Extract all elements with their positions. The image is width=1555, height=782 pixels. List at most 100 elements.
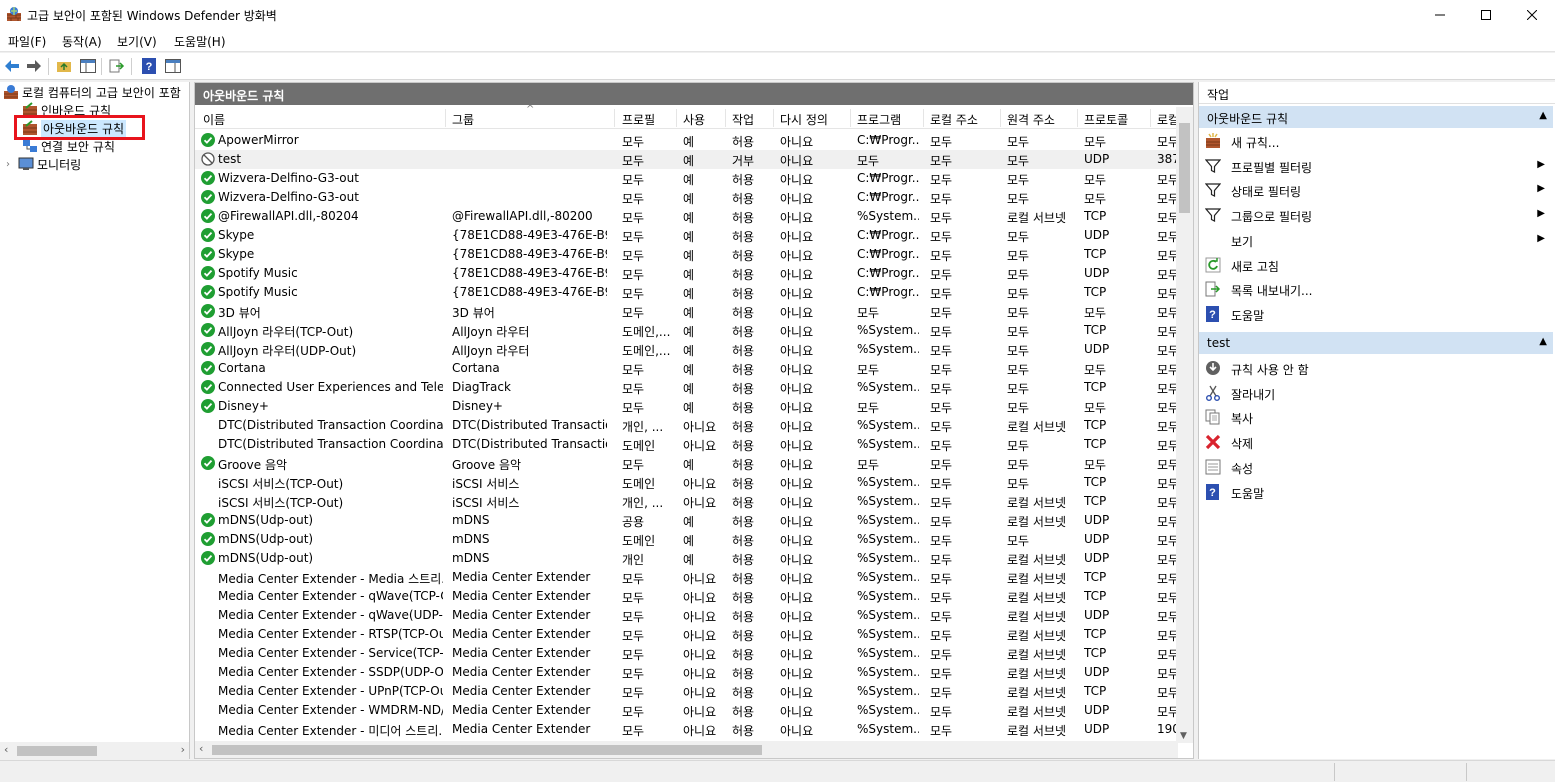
help-button[interactable]: ? xyxy=(140,57,158,75)
tree-item-connection-security[interactable]: 연결 보안 규칙 xyxy=(22,137,115,155)
tree-horizontal-scrollbar[interactable]: ‹ › xyxy=(0,742,189,759)
menu-view[interactable]: 보기(V) xyxy=(117,33,157,50)
scrollbar-thumb[interactable] xyxy=(212,745,762,755)
show-action-pane-button[interactable] xyxy=(164,57,182,75)
column-override[interactable]: 다시 정의 xyxy=(780,111,828,128)
action-item[interactable]: ? 도움말 xyxy=(1199,303,1553,325)
table-row[interactable]: Groove 음악 Groove 음악 모두 예 허용 아니요 모두 모두 모두 모두 모두 xyxy=(195,454,1179,473)
scroll-right-icon[interactable]: › xyxy=(181,743,185,756)
column-profile[interactable]: 프로필 xyxy=(622,111,655,128)
table-row[interactable]: Media Center Extender - Media 스트리... Medi… xyxy=(195,568,1179,587)
table-row[interactable]: 3D 뷰어 3D 뷰어 모두 예 허용 아니요 모두 모두 모두 모두 모두 xyxy=(195,302,1179,321)
cell-local: 모두 xyxy=(930,648,953,662)
action-item[interactable]: 보기 ▶ xyxy=(1199,229,1553,251)
column-remote-address[interactable]: 원격 주소 xyxy=(1007,111,1055,128)
column-action[interactable]: 작업 xyxy=(732,111,754,128)
table-row[interactable]: Media Center Extender - 미디어 스트리... Media … xyxy=(195,720,1179,739)
table-row[interactable]: mDNS(Udp-out) mDNS 도메인 예 허용 아니요 %System... 모두 모두… xyxy=(195,530,1179,549)
table-row[interactable]: Wizvera-Delfino-G3-out 모두 예 허용 아니요 C:₩Progr..… xyxy=(195,169,1179,188)
tree-root[interactable]: 로컬 컴퓨터의 고급 보안이 포함 xyxy=(3,83,181,101)
cell-enabled: 아니요 xyxy=(683,591,717,605)
table-row[interactable]: Media Center Extender - RTSP(TCP-Out) Med… xyxy=(195,625,1179,644)
table-row[interactable]: Connected User Experiences and Teleme...… xyxy=(195,378,1179,397)
column-name[interactable]: 이름 xyxy=(203,111,225,128)
action-item[interactable]: 상태로 필터링 ▶ xyxy=(1199,179,1553,201)
scroll-down-icon[interactable]: ▼ xyxy=(1180,731,1187,741)
table-row[interactable]: Media Center Extender - UPnP(TCP-Out) Med… xyxy=(195,682,1179,701)
table-row[interactable]: mDNS(Udp-out) mDNS 개인 예 허용 아니요 %System... 모두 로컬 … xyxy=(195,549,1179,568)
table-row[interactable]: ApowerMirror 모두 예 허용 아니요 C:₩Progr... 모두 모두 모두 모두 xyxy=(195,131,1179,150)
table-row[interactable]: Cortana Cortana 모두 예 허용 아니요 모두 모두 모두 모두 모두 xyxy=(195,359,1179,378)
minimize-button[interactable] xyxy=(1417,0,1463,30)
list-horizontal-scrollbar[interactable]: ‹ xyxy=(195,741,1178,758)
column-group[interactable]: 그룹 xyxy=(452,111,474,128)
action-item[interactable]: 새로 고침 xyxy=(1199,254,1553,276)
column-local-address[interactable]: 로컬 주소 xyxy=(930,111,978,128)
cell-action: 허용 xyxy=(732,477,755,491)
menu-file[interactable]: 파일(F) xyxy=(8,33,46,50)
close-button[interactable] xyxy=(1509,0,1555,30)
column-program[interactable]: 프로그램 xyxy=(857,111,901,128)
forward-button[interactable] xyxy=(25,57,43,75)
action-item[interactable]: ? 도움말 xyxy=(1199,481,1553,503)
table-row[interactable]: DTC(Distributed Transaction Coordinato..… xyxy=(195,435,1179,454)
maximize-icon xyxy=(1481,10,1491,20)
cell-action: 허용 xyxy=(732,401,755,415)
scroll-left-icon[interactable]: ‹ xyxy=(4,743,8,756)
cell-remote: 모두 xyxy=(1007,192,1030,206)
collapse-icon[interactable]: ▲ xyxy=(1539,336,1547,347)
action-item[interactable]: 속성 xyxy=(1199,456,1553,478)
maximize-button[interactable] xyxy=(1463,0,1509,30)
tree-item-monitoring[interactable]: › 모니터링 xyxy=(6,155,81,173)
show-hide-tree-button[interactable] xyxy=(79,57,97,75)
column-protocol[interactable]: 프로토콜 xyxy=(1084,111,1128,128)
table-row[interactable]: AllJoyn 라우터(UDP-Out) AllJoyn 라우터 도메인,... 예 허… xyxy=(195,340,1179,359)
action-item[interactable]: 그룹으로 필터링 ▶ xyxy=(1199,204,1553,226)
table-row[interactable]: iSCSI 서비스(TCP-Out) iSCSI 서비스 도메인 아니요 허용 아니요 %S… xyxy=(195,473,1179,492)
action-item[interactable]: 프로필별 필터링 ▶ xyxy=(1199,155,1553,177)
table-row[interactable]: Skype {78E1CD88-49E3-476E-B9... 모두 예 허용 아니요 C:… xyxy=(195,226,1179,245)
column-enabled[interactable]: 사용 xyxy=(683,111,705,128)
cell-group: DTC(Distributed Transactio... xyxy=(452,437,607,451)
table-row[interactable]: iSCSI 서비스(TCP-Out) iSCSI 서비스 개인, ... 아니요 허용 아… xyxy=(195,492,1179,511)
export-list-button[interactable] xyxy=(108,57,126,75)
collapse-icon[interactable]: ▲ xyxy=(1539,110,1547,121)
section-selected-rule[interactable]: test ▲ xyxy=(1199,332,1553,354)
table-row[interactable]: Media Center Extender - qWave(UDP-O... Me… xyxy=(195,606,1179,625)
scroll-left-icon[interactable]: ‹ xyxy=(199,742,203,755)
scrollbar-thumb[interactable] xyxy=(17,746,97,756)
cell-enabled: 아니요 xyxy=(683,705,717,719)
table-row[interactable]: Disney+ Disney+ 모두 예 허용 아니요 모두 모두 모두 모두 모두 xyxy=(195,397,1179,416)
table-row[interactable]: Wizvera-Delfino-G3-out 모두 예 허용 아니요 C:₩Progr..… xyxy=(195,188,1179,207)
scrollbar-thumb[interactable] xyxy=(1179,123,1190,213)
expand-chevron-icon[interactable]: › xyxy=(6,159,18,170)
table-row[interactable]: Skype {78E1CD88-49E3-476E-B9... 모두 예 허용 아니요 C:… xyxy=(195,245,1179,264)
menu-action[interactable]: 동작(A) xyxy=(62,33,102,50)
table-row[interactable]: @FirewallAPI.dll,-80204 @FirewallAPI.dll,… xyxy=(195,207,1179,226)
action-item[interactable]: 규칙 사용 안 함 xyxy=(1199,357,1553,379)
back-button[interactable] xyxy=(3,57,21,75)
list-vertical-scrollbar[interactable]: ▼ xyxy=(1176,107,1193,743)
table-row[interactable]: Media Center Extender - qWave(TCP-Out) Me… xyxy=(195,587,1179,606)
cell-local: 모두 xyxy=(930,211,953,225)
table-row[interactable]: DTC(Distributed Transaction Coordinato..… xyxy=(195,416,1179,435)
cell-action: 허용 xyxy=(732,553,755,567)
up-folder-button[interactable] xyxy=(55,57,73,75)
table-row[interactable]: AllJoyn 라우터(TCP-Out) AllJoyn 라우터 도메인,... 예 허… xyxy=(195,321,1179,340)
section-outbound-rules[interactable]: 아웃바운드 규칙 ▲ xyxy=(1199,106,1553,128)
action-item[interactable]: 새 규칙... xyxy=(1199,130,1553,152)
table-row[interactable]: mDNS(Udp-out) mDNS 공용 예 허용 아니요 %System... 모두 로컬 … xyxy=(195,511,1179,530)
action-item[interactable]: 목록 내보내기... xyxy=(1199,278,1553,300)
menu-help[interactable]: 도움말(H) xyxy=(174,33,226,50)
table-row[interactable]: Spotify Music {78E1CD88-49E3-476E-B9... 모두… xyxy=(195,283,1179,302)
table-row[interactable]: Media Center Extender - Service(TCP-O...… xyxy=(195,644,1179,663)
action-item[interactable]: 삭제 xyxy=(1199,431,1553,453)
action-item[interactable]: 복사 xyxy=(1199,406,1553,428)
table-row[interactable]: Media Center Extender - SSDP(UDP-Out) Med… xyxy=(195,663,1179,682)
table-row[interactable]: test 모두 예 거부 아니요 모두 모두 모두 UDP 387 xyxy=(195,150,1179,169)
table-row[interactable]: Spotify Music {78E1CD88-49E3-476E-B9... 모두… xyxy=(195,264,1179,283)
action-item[interactable]: 잘라내기 xyxy=(1199,382,1553,404)
submenu-arrow-icon: ▶ xyxy=(1537,183,1545,195)
table-row[interactable]: Media Center Extender - WMDRM-ND/... Medi… xyxy=(195,701,1179,720)
cell-override: 아니요 xyxy=(780,249,814,263)
